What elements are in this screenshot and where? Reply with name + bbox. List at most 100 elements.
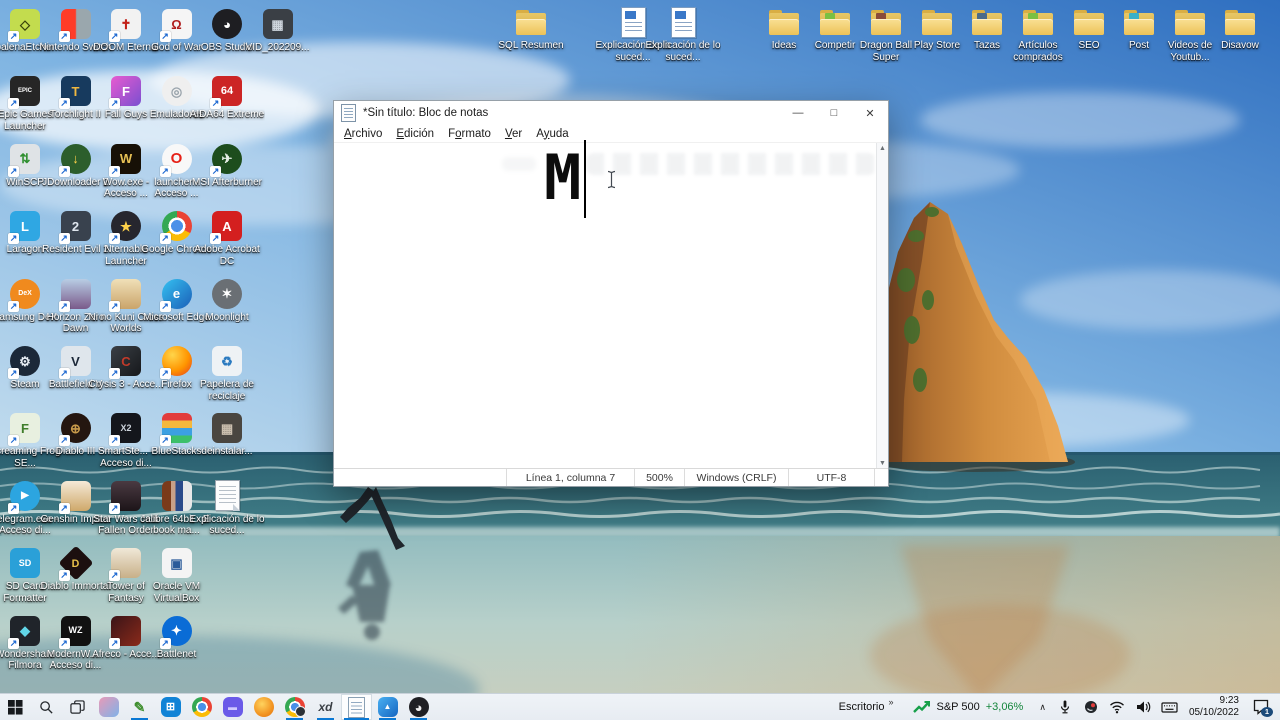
hidden-icons-chevron[interactable]: ∧ [1039, 702, 1046, 713]
adobe-acrobat-dc-icon: A ↗ [210, 210, 244, 245]
pinned-quill-app[interactable]: ✎ [124, 694, 155, 720]
menu-archivo[interactable]: Archivo [337, 128, 389, 140]
task-view-button[interactable] [62, 694, 93, 720]
start-icon [8, 699, 23, 715]
notepad-text-area[interactable]: M [334, 140, 876, 469]
running-photos-app[interactable]: ▲ [372, 694, 403, 720]
pinned-purple-window-app[interactable]: ▬ [217, 694, 248, 720]
shortcut-arrow-icon: ↗ [109, 98, 120, 110]
desktop-icon-adobe-acrobat-dc[interactable]: A ↗ Adobe Acrobat DC [189, 210, 265, 267]
shortcut-arrow-icon: ↗ [159, 368, 171, 379]
notepad-menubar: Archivo Edición Formato Ver Ayuda [334, 125, 888, 143]
shortcut-arrow-icon: ↗ [8, 368, 19, 379]
notepad-window: *Sin título: Bloc de notas — □ ✕ Archivo… [333, 100, 889, 487]
shortcut-arrow-icon: ↗ [58, 435, 70, 447]
maximize-button[interactable]: □ [816, 101, 852, 125]
running-notepad[interactable] [341, 694, 372, 720]
art-culos-comprados-icon [1021, 6, 1055, 38]
shortcut-arrow-icon: ↗ [58, 98, 70, 110]
start-button[interactable] [0, 694, 31, 720]
desktop-icon-msi-afterburner[interactable]: ✈ ↗ MSI Afterburner [189, 143, 265, 189]
papelera-de-reciclaje-icon: ♻ [210, 345, 244, 377]
shortcut-arrow-icon: ↗ [8, 98, 19, 110]
desktop-icon-deinstalar[interactable]: ▦ deinstalar... [189, 412, 265, 458]
desktop-toolbar-label: Escritorio [838, 701, 885, 713]
desktop-icon-label: deinstalar... [201, 446, 253, 458]
desktop-icon-label: Moonlight [205, 311, 249, 323]
desktop-toolbar[interactable]: Escritorio » [838, 697, 894, 713]
desktop-icon-battlenet[interactable]: ✦ ↗ Battlenet [139, 615, 215, 661]
quill-app-icon: ✎ [133, 699, 146, 715]
action-center-button[interactable]: 1 [1252, 699, 1273, 717]
obs-tray-icon[interactable] [1083, 699, 1099, 715]
close-button[interactable]: ✕ [852, 101, 888, 125]
shortcut-arrow-icon: ↗ [109, 233, 120, 245]
tazas-icon [970, 6, 1004, 38]
shortcut-arrow-icon: ↗ [109, 368, 120, 379]
desktop-icon-label: SQL Resumen [498, 40, 564, 51]
vertical-scrollbar[interactable]: ▲ ▼ [876, 143, 888, 469]
shortcut-arrow-icon: ↗ [8, 233, 19, 245]
desktop-icon-vid-202209[interactable]: ▦ VID_202209... [240, 8, 316, 54]
shortcut-arrow-icon: ↗ [58, 165, 70, 177]
pinned-orange-app[interactable] [248, 694, 279, 720]
deinstalar-icon: ▦ [210, 412, 244, 444]
desktop-icon-explicaci-n-de-lo-suced[interactable]: Explicación de lo suced... [189, 480, 265, 537]
desktop-icon-aida64-extreme[interactable]: 64 ↗ AIDA64 Extreme [189, 75, 265, 121]
shortcut-arrow-icon: ↗ [8, 435, 19, 447]
shortcut-arrow-icon: ↗ [109, 570, 120, 582]
desktop-icon-sql-resumen[interactable]: SQL Resumen [493, 6, 569, 52]
desktop-icon-disavow[interactable]: Disavow [1202, 6, 1278, 52]
desktop-icon-moonlight[interactable]: ✶ Moonlight [189, 278, 265, 324]
photos-app-icon: ▲ [377, 697, 398, 717]
wifi-icon[interactable] [1109, 699, 1125, 715]
notepad-app-icon [341, 104, 356, 122]
volume-icon[interactable] [1135, 699, 1151, 715]
running-xd-app[interactable]: xd [310, 694, 341, 720]
desktop-root: ◇ ↗ balenaEtcher ↗ Nintendo Switch ✝ ↗ DOOM Ete… [0, 0, 1280, 720]
shortcut-arrow-icon: ↗ [58, 233, 70, 245]
search-icon [40, 700, 53, 714]
menu-formato[interactable]: Formato [441, 128, 498, 140]
shortcut-arrow-icon: ↗ [210, 98, 221, 110]
stock-change: +3,06% [985, 701, 1024, 713]
taskbar-clock[interactable]: 9:23 05/10/2022 [1189, 695, 1239, 719]
desktop-icon-label: Oracle VM VirtualBox [152, 581, 201, 604]
touch-keyboard-icon[interactable] [1161, 699, 1178, 715]
desktop-icon-explicaci-n-de-lo-suced[interactable]: Explicación de lo suced... [645, 6, 721, 63]
microsoft-store-icon: ⊞ [160, 697, 181, 717]
scroll-down-icon[interactable]: ▼ [879, 460, 886, 467]
post-icon [1122, 6, 1156, 38]
sql-resumen-icon [514, 6, 548, 38]
running-obs-studio[interactable]: ◕ [403, 694, 434, 720]
stock-ticker-widget[interactable]: S&P 500 +3,06% [913, 700, 1023, 714]
toolbar-overflow-chevron-icon[interactable]: » [888, 697, 893, 707]
menu-ayuda[interactable]: Ayuda [529, 128, 575, 140]
shortcut-arrow-icon: ↗ [109, 435, 120, 447]
pinned-paint3d[interactable] [93, 694, 124, 720]
menu-edici-n[interactable]: Edición [389, 128, 441, 140]
running-chrome-profile[interactable] [279, 694, 310, 720]
pinned-microsoft-store[interactable]: ⊞ [155, 694, 186, 720]
minimize-button[interactable]: — [780, 101, 816, 125]
shortcut-arrow-icon: ↗ [8, 502, 19, 514]
ghost-artifact [502, 157, 536, 171]
pinned-chrome[interactable] [186, 694, 217, 720]
desktop-icon-oracle-vm-virtualbox[interactable]: ▣ Oracle VM VirtualBox [139, 547, 215, 604]
vid-202209-icon: ▦ [261, 8, 295, 40]
menu-ver[interactable]: Ver [498, 128, 529, 140]
microphone-icon[interactable] [1057, 699, 1073, 715]
desktop-icon-papelera-de-reciclaje[interactable]: ♻ Papelera de reciclaje [189, 345, 265, 402]
system-tray: Escritorio » S&P 500 +3,06% ∧ 9:23 05/10… [839, 694, 1280, 720]
oracle-vm-virtualbox-icon: ▣ [160, 547, 194, 579]
window-title: *Sin título: Bloc de notas [363, 107, 489, 119]
text-caret [584, 140, 586, 218]
disavow-icon [1223, 6, 1257, 38]
search-button[interactable] [31, 694, 62, 720]
shortcut-arrow-icon: ↗ [159, 233, 171, 245]
shortcut-arrow-icon: ↗ [8, 300, 19, 312]
purple-window-app-icon: ▬ [222, 697, 243, 717]
scroll-up-icon[interactable]: ▲ [879, 145, 886, 152]
notepad-titlebar[interactable]: *Sin título: Bloc de notas — □ ✕ [334, 101, 888, 125]
statusbar-spacer [334, 469, 506, 486]
